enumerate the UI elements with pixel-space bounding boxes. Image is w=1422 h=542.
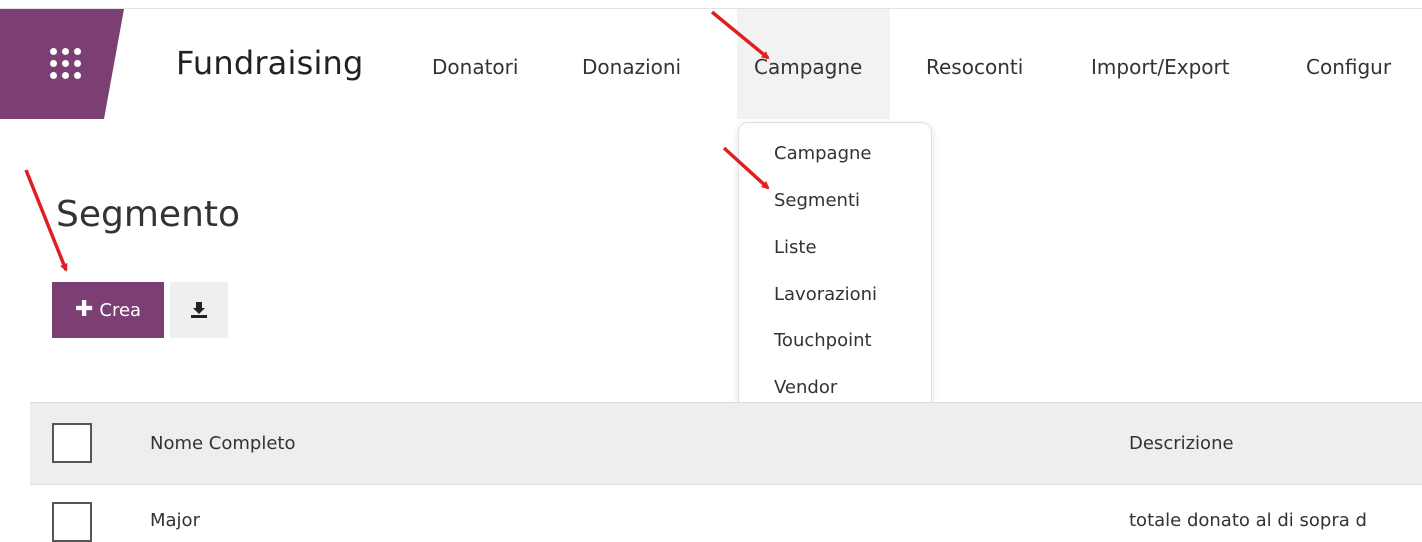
arrow-to-campagne	[710, 10, 770, 60]
arrow-to-crea	[24, 169, 68, 272]
arrow-to-segmenti	[722, 146, 770, 190]
annotation-arrows	[24, 10, 770, 272]
